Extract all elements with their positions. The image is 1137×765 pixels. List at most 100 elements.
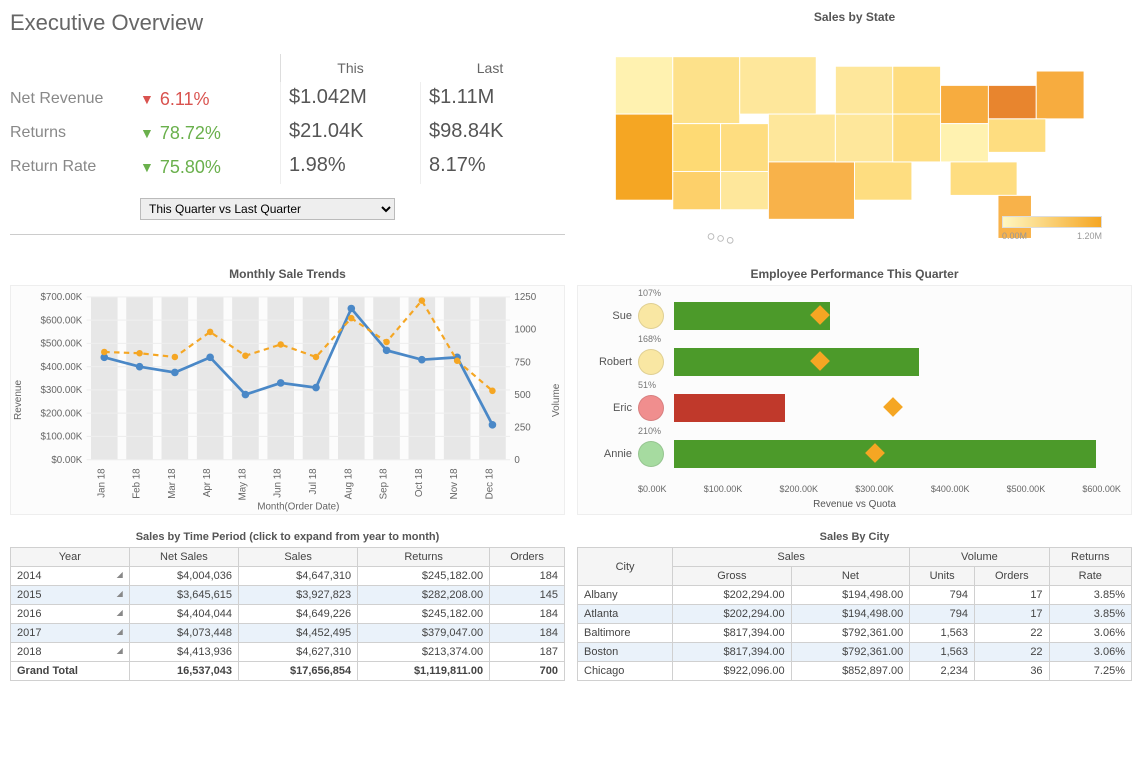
y-axis-right-label: Volume [549,286,564,514]
trends-title: Monthly Sale Trends [10,263,565,285]
table-row[interactable]: Boston$817,394.00$792,361.001,563223.06% [578,643,1132,662]
year-cell[interactable]: 2018◢ [11,643,130,662]
sales-by-state-panel: Sales by State [577,10,1132,251]
us-map[interactable] [577,28,1132,248]
page-title: Executive Overview [10,10,565,36]
kpi-last-return-rate: 8.17% [420,150,560,184]
x-tick: $300.00K [855,484,894,494]
svg-text:1250: 1250 [514,292,536,303]
svg-text:Mar 18: Mar 18 [167,468,178,498]
emp-name: Eric [582,402,632,414]
kpi-change-net-revenue: ▼6.11% [140,82,280,116]
triangle-down-icon: ▼ [140,125,154,141]
emp-bar [674,394,785,422]
svg-text:Sep 18: Sep 18 [379,468,390,499]
table-row[interactable]: 2015◢ $3,645,615$3,927,823$282,208.00145 [11,586,565,605]
svg-text:Apr 18: Apr 18 [202,468,213,497]
x-tick: $500.00K [1007,484,1046,494]
kpi-this-returns: $21.04K [280,116,420,150]
emp-xlabel: Revenue vs Quota [578,499,1131,510]
col-volume[interactable]: Volume [910,548,1049,567]
divider [10,234,565,235]
emp-title: Employee Performance This Quarter [577,263,1132,285]
quota-marker-icon [883,397,903,417]
svg-text:Month(Order Date): Month(Order Date) [257,502,339,513]
expand-icon[interactable]: ◢ [117,646,123,655]
emp-pct: 107% [638,288,661,298]
emp-row[interactable]: Robert 168% [638,342,1121,382]
map-legend: 0.00M 1.20M [1002,216,1102,241]
col-returns[interactable]: Returns [1049,548,1131,567]
col-sales[interactable]: Sales [673,548,910,567]
svg-text:Jan 18: Jan 18 [96,468,107,497]
x-tick: $200.00K [779,484,818,494]
expand-icon[interactable]: ◢ [117,570,123,579]
emp-dot-icon [638,349,664,375]
table-row[interactable]: 2017◢ $4,073,448$4,452,495$379,047.00184 [11,624,565,643]
triangle-down-icon: ▼ [140,159,154,175]
col-city[interactable]: City [578,548,673,586]
emp-dot-icon [638,395,664,421]
col-header[interactable]: Returns [358,548,490,567]
table-row[interactable]: Atlanta$202,294.00$194,498.00794173.85% [578,605,1132,624]
table-row[interactable]: 2014◢ $4,004,036$4,647,310$245,182.00184 [11,567,565,586]
svg-text:$400.00K: $400.00K [40,362,82,373]
expand-icon[interactable]: ◢ [117,627,123,636]
year-table[interactable]: YearNet SalesSalesReturnsOrders 2014◢ $4… [10,547,565,681]
year-cell[interactable]: 2014◢ [11,567,130,586]
emp-row[interactable]: Annie 210% [638,434,1121,474]
col-header[interactable]: Year [11,548,130,567]
table-row[interactable]: Chicago$922,096.00$852,897.002,234367.25… [578,662,1132,681]
quota-marker-icon [865,443,885,463]
svg-text:Dec 18: Dec 18 [484,468,495,499]
kpi-last-net-revenue: $1.11M [420,82,560,116]
col-header[interactable]: Net Sales [129,548,238,567]
emp-bar [674,302,830,330]
col-header[interactable]: Sales [239,548,358,567]
expand-icon[interactable]: ◢ [117,608,123,617]
svg-text:May 18: May 18 [237,468,248,500]
svg-text:$200.00K: $200.00K [40,408,82,419]
employee-performance-panel: Employee Performance This Quarter Sue 10… [577,263,1132,515]
svg-text:1000: 1000 [514,325,536,336]
x-tick: $0.00K [638,484,667,494]
emp-name: Annie [582,448,632,460]
gradient-icon [1002,216,1102,228]
emp-bar [674,440,1096,468]
trends-chart[interactable]: Revenue $0.00K$100.00K$200.00K$300.00K$4… [10,285,565,515]
table-row[interactable]: Baltimore$817,394.00$792,361.001,563223.… [578,624,1132,643]
col-header[interactable]: Orders [490,548,565,567]
emp-name: Sue [582,310,632,322]
table-row[interactable]: Albany$202,294.00$194,498.00794173.85% [578,586,1132,605]
svg-text:$700.00K: $700.00K [40,292,82,303]
svg-text:Jul 18: Jul 18 [308,468,319,494]
x-tick: $100.00K [704,484,743,494]
year-cell[interactable]: 2016◢ [11,605,130,624]
table-row[interactable]: 2018◢ $4,413,936$4,627,310$213,374.00187 [11,643,565,662]
x-tick: $400.00K [931,484,970,494]
emp-chart[interactable]: Sue 107% Robert 168% Eric 51% Annie 210% [577,285,1132,515]
legend-min: 0.00M [1002,231,1027,241]
table-row[interactable]: 2016◢ $4,404,044$4,649,226$245,182.00184 [11,605,565,624]
emp-dot-icon [638,441,664,467]
emp-row[interactable]: Eric 51% [638,388,1121,428]
svg-text:$500.00K: $500.00K [40,339,82,350]
y-axis-left-label: Revenue [11,286,26,514]
year-cell[interactable]: 2015◢ [11,586,130,605]
emp-pct: 210% [638,426,661,436]
period-selector[interactable]: This Quarter vs Last Quarter [140,198,395,220]
emp-dot-icon [638,303,664,329]
kpi-label-returns: Returns [10,116,140,150]
svg-text:250: 250 [514,422,531,433]
svg-text:$300.00K: $300.00K [40,385,82,396]
expand-icon[interactable]: ◢ [117,589,123,598]
city-table[interactable]: City Sales Volume Returns GrossNet Units… [577,547,1132,681]
kpi-this-return-rate: 1.98% [280,150,420,184]
year-cell[interactable]: 2017◢ [11,624,130,643]
svg-text:$600.00K: $600.00K [40,315,82,326]
svg-text:500: 500 [514,390,531,401]
emp-bar [674,348,919,376]
emp-name: Robert [582,356,632,368]
emp-row[interactable]: Sue 107% [638,296,1121,336]
kpi-panel: Executive Overview This Last Net Revenue… [10,10,565,251]
